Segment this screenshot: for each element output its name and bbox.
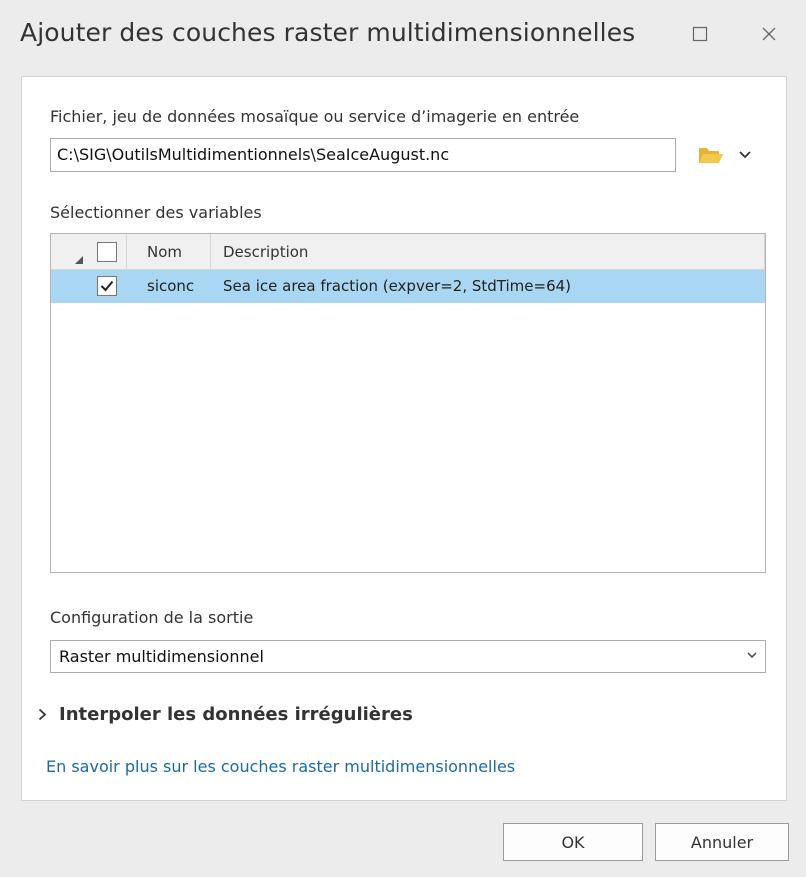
interpolate-expander[interactable]: Interpoler les données irrégulières [38,701,413,727]
browse-options-dropdown[interactable] [734,143,756,167]
chevron-down-icon [739,151,751,159]
chevron-right-icon [38,708,47,720]
interpolate-label: Interpoler les données irrégulières [59,703,413,725]
column-header-name[interactable]: Nom [147,234,182,270]
ok-button[interactable]: OK [503,823,643,861]
row-checkbox[interactable] [97,276,117,296]
row-description: Sea ice area fraction (expver=2, StdTime… [223,277,572,295]
table-header: Nom Description [51,234,765,270]
output-configuration-select[interactable]: Raster multidimensionnel [50,640,766,673]
column-header-description[interactable]: Description [223,234,308,270]
select-variables-label: Sélectionner des variables [50,203,262,222]
output-configuration-value: Raster multidimensionnel [59,647,264,666]
chevron-down-icon [747,652,757,659]
close-button[interactable] [749,16,789,52]
help-link[interactable]: En savoir plus sur les couches raster mu… [46,757,515,776]
checkmark-icon [100,280,114,292]
header-separator [210,234,211,270]
variables-table: Nom Description siconc Sea ice area frac… [50,233,766,573]
header-separator [126,234,127,270]
cancel-button[interactable]: Annuler [655,823,789,861]
dialog-title: Ajouter des couches raster multidimensio… [20,18,636,47]
title-bar: Ajouter des couches raster multidimensio… [0,0,806,72]
table-row[interactable]: siconc Sea ice area fraction (expver=2, … [51,270,765,303]
header-separator [764,234,765,270]
input-dataset-label: Fichier, jeu de données mosaïque ou serv… [50,107,580,126]
close-icon [762,27,776,41]
input-dataset-field[interactable]: C:\SIG\OutilsMultidimentionnels\SeaIceAu… [50,138,676,172]
browse-button[interactable] [696,141,726,169]
maximize-button[interactable] [680,16,720,52]
row-name: siconc [147,277,195,295]
maximize-icon [692,26,708,42]
folder-open-icon [699,148,723,163]
sort-triangle-icon[interactable] [75,256,83,264]
dialog-content-panel: Fichier, jeu de données mosaïque ou serv… [21,76,787,801]
output-configuration-label: Configuration de la sortie [50,608,254,627]
select-all-checkbox[interactable] [97,242,117,262]
